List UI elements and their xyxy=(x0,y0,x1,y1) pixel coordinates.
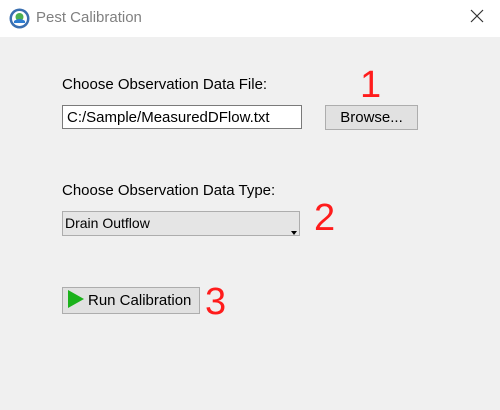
window-title: Pest Calibration xyxy=(36,9,142,26)
file-path-input[interactable] xyxy=(62,105,302,129)
annotation-step-3: 3 xyxy=(205,281,227,323)
close-button[interactable] xyxy=(462,4,492,32)
title-bar: Pest Calibration xyxy=(0,0,500,37)
close-icon xyxy=(470,9,484,28)
run-calibration-button[interactable]: Run Calibration xyxy=(62,287,200,314)
data-type-select[interactable]: Drain Outflow xyxy=(62,211,300,236)
dropdown-arrow-icon xyxy=(291,222,297,240)
epa-seal-icon xyxy=(9,8,30,29)
play-icon xyxy=(67,289,85,313)
type-section-label: Choose Observation Data Type: xyxy=(62,182,276,199)
run-calibration-label: Run Calibration xyxy=(88,292,192,309)
browse-button[interactable]: Browse... xyxy=(325,105,418,130)
annotation-step-2: 2 xyxy=(314,197,336,239)
file-section-label: Choose Observation Data File: xyxy=(62,76,268,93)
annotation-step-1: 1 xyxy=(360,64,382,106)
data-type-selected-value: Drain Outflow xyxy=(65,215,150,231)
